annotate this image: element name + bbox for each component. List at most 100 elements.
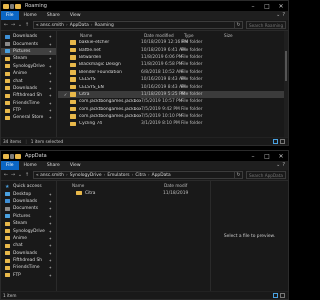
properties-icon[interactable]	[10, 3, 14, 9]
row-checkbox[interactable]	[63, 85, 68, 90]
details-view-icon[interactable]	[273, 293, 278, 298]
tab-view[interactable]: View	[65, 161, 86, 170]
expand-ribbon-icon[interactable]: ⌄	[276, 12, 280, 18]
search-input[interactable]: Search AppData	[246, 171, 286, 179]
sidebar-item-downloads[interactable]: Downloads ✦	[1, 85, 56, 92]
refresh-icon[interactable]: ↻	[235, 171, 243, 179]
column-header-date[interactable]: Date modif	[164, 183, 187, 188]
row-checkbox[interactable]	[63, 121, 68, 126]
column-header-date[interactable]: Date modified	[144, 33, 184, 38]
breadcrumb[interactable]: « ansc.smith › AppData › Roaming	[33, 21, 235, 29]
table-row[interactable]: ✓ Citra 11/18/2019 5:25 PM File folder	[58, 90, 288, 99]
sidebar-item-ftp[interactable]: FTP ✦	[1, 272, 56, 279]
sidebar-item-downloads[interactable]: Downloads ✦	[1, 198, 56, 205]
tab-file[interactable]: File	[1, 161, 19, 170]
sidebar-item-friendstime[interactable]: FriendsTime ✦	[1, 264, 56, 271]
properties-icon[interactable]	[10, 153, 14, 159]
sidebar-item-pictures[interactable]: Pictures ✦	[1, 47, 56, 56]
sidebar-item-documents[interactable]: Documents ✦	[1, 40, 56, 47]
sidebar-item-anime[interactable]: Anime ✦	[1, 235, 56, 242]
sidebar-item-general-store[interactable]: General Store ✦	[1, 114, 56, 121]
row-checkbox[interactable]: ✓	[63, 92, 68, 97]
details-view-icon[interactable]	[273, 139, 278, 144]
help-icon[interactable]: ?	[282, 162, 285, 168]
tab-share[interactable]: Share	[42, 161, 65, 170]
table-row[interactable]: com.jacktbongames.jackboxpartypack37/5/2…	[58, 106, 288, 113]
list-item[interactable]: Citra 11/18/2019	[58, 189, 210, 197]
row-checkbox[interactable]	[63, 114, 68, 119]
column-header-size[interactable]: Size	[224, 33, 244, 38]
table-row[interactable]: Bitwarden 11/8/2019 6:06 PM File folder	[58, 54, 288, 61]
table-row[interactable]: CELSYS 10/16/2019 8:43 AM File folder	[58, 76, 288, 83]
tab-home[interactable]: Home	[19, 11, 42, 20]
tab-file[interactable]: File	[1, 11, 19, 20]
sidebar-item-chat[interactable]: chat ✦	[1, 77, 56, 84]
maximize-button[interactable]: □	[260, 1, 274, 11]
sidebar-item-pictures[interactable]: Pictures ✦	[1, 213, 56, 220]
breadcrumb[interactable]: « ansc.smith › SynologyDrive › Emulators…	[33, 171, 235, 179]
minimize-button[interactable]: –	[246, 1, 260, 11]
table-row[interactable]: com.jacktbongames.jackboxpartypack47/5/2…	[58, 113, 288, 120]
maximize-button[interactable]: □	[260, 151, 274, 161]
sidebar-item-quick-access[interactable]: ★ Quick access	[1, 183, 56, 190]
scrollbar-thumb[interactable]	[285, 51, 287, 81]
sidebar-item-fifthdread-sh[interactable]: Fifthdread Sh ✦	[1, 92, 56, 99]
large-icons-view-icon[interactable]	[280, 293, 285, 298]
help-icon[interactable]: ?	[282, 12, 285, 18]
vertical-scrollbar[interactable]	[284, 31, 288, 137]
sidebar-item-chat[interactable]: chat ✦	[1, 242, 56, 249]
new-folder-icon[interactable]	[15, 3, 21, 9]
row-checkbox[interactable]	[63, 107, 68, 112]
row-checkbox[interactable]	[63, 40, 68, 45]
large-icons-view-icon[interactable]	[280, 139, 285, 144]
column-header-name[interactable]: Name	[80, 33, 144, 38]
sidebar-item-synologydrive[interactable]: SynologyDrive ✦	[1, 227, 56, 234]
tab-share[interactable]: Share	[42, 11, 65, 20]
back-arrow-icon[interactable]: ←	[3, 172, 9, 178]
search-input[interactable]: Search Roaming	[246, 21, 286, 29]
sidebar-item-steam[interactable]: Steam ✦	[1, 220, 56, 227]
back-arrow-icon[interactable]: ←	[3, 22, 9, 28]
expand-ribbon-icon[interactable]: ⌄	[276, 162, 280, 168]
forward-arrow-icon[interactable]: →	[10, 22, 16, 28]
row-checkbox[interactable]	[63, 62, 68, 67]
table-row[interactable]: Blackmagic Design 11/8/2019 6:58 PM File f…	[58, 61, 288, 68]
breadcrumb-item[interactable]: AppData	[152, 173, 171, 178]
row-checkbox[interactable]	[63, 48, 68, 53]
table-row[interactable]: bakkie-etcher 10/18/2019 12:16 PM File fol…	[58, 39, 288, 46]
sidebar-item-friendstime[interactable]: FriendsTime ✦	[1, 100, 56, 107]
table-row[interactable]: CELSYS_EN 10/16/2019 8:43 AM File folder	[58, 83, 288, 90]
table-row[interactable]: Blender Foundation 6/8/2018 10:52 AM File …	[58, 69, 288, 76]
breadcrumb-item[interactable]: Roaming	[95, 23, 114, 28]
row-checkbox[interactable]	[63, 70, 68, 75]
sidebar-item-downloads[interactable]: Downloads ✦	[1, 250, 56, 257]
table-row[interactable]: Battle.net 10/18/2019 6:41 AM File folder	[58, 46, 288, 53]
tab-home[interactable]: Home	[19, 161, 42, 170]
sidebar-item-ftp[interactable]: FTP ✦	[1, 107, 56, 114]
table-row[interactable]: Cycling 74 3/1/2019 8:10 PM File folder	[58, 120, 288, 127]
row-checkbox[interactable]	[63, 55, 68, 60]
column-header-type[interactable]: Type	[184, 33, 224, 38]
breadcrumb-item[interactable]: Citra	[135, 173, 146, 178]
sidebar-item-downloads[interactable]: Downloads ✦	[1, 33, 56, 40]
row-checkbox[interactable]	[63, 77, 68, 82]
refresh-icon[interactable]: ↻	[235, 21, 243, 29]
breadcrumb-item[interactable]: AppData	[70, 23, 89, 28]
up-arrow-icon[interactable]: ↑	[24, 172, 30, 178]
breadcrumb-item[interactable]: Emulators	[107, 173, 129, 178]
sidebar-item-synologydrive[interactable]: SynologyDrive ✦	[1, 63, 56, 70]
sidebar-item-steam[interactable]: Steam ✦	[1, 55, 56, 62]
recent-locations-icon[interactable]: ⌄	[17, 172, 23, 178]
minimize-button[interactable]: –	[246, 151, 260, 161]
recent-locations-icon[interactable]: ⌄	[17, 22, 23, 28]
sidebar-item-anime[interactable]: Anime ✦	[1, 70, 56, 77]
row-checkbox[interactable]	[63, 99, 68, 104]
sidebar-item-desktop[interactable]: Desktop ✦	[1, 190, 56, 197]
close-button[interactable]: ✕	[274, 1, 288, 11]
forward-arrow-icon[interactable]: →	[10, 172, 16, 178]
up-arrow-icon[interactable]: ↑	[24, 22, 30, 28]
column-header-name[interactable]: Name	[72, 183, 164, 188]
tab-view[interactable]: View	[65, 11, 86, 20]
breadcrumb-item[interactable]: SynologyDrive	[70, 173, 102, 178]
table-row[interactable]: com.jacktbongames.jackboxpartypack27/5/2…	[58, 98, 288, 105]
